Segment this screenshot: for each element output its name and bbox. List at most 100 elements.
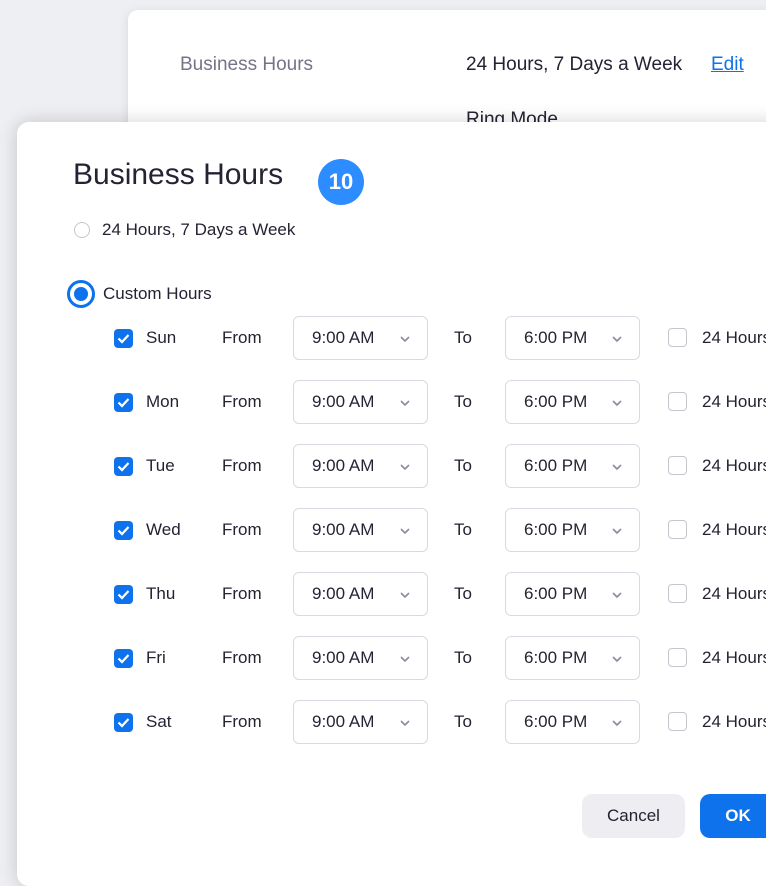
ok-button[interactable]: OK: [700, 794, 766, 838]
from-label: From: [222, 712, 262, 731]
dialog-title: Business Hours: [73, 158, 284, 191]
from-label: From: [222, 584, 262, 603]
chevron-down-icon: [399, 715, 411, 733]
day-label: Sun: [146, 328, 177, 347]
option-24-7-label: 24 Hours, 7 Days a Week: [102, 220, 296, 239]
to-time-value: 6:00 PM: [524, 456, 588, 475]
to-time-value: 6:00 PM: [524, 648, 588, 667]
radio-selected-icon[interactable]: [67, 280, 95, 308]
edit-link[interactable]: Edit: [711, 54, 744, 76]
day-label: Wed: [146, 520, 181, 539]
all-day-label: 24 Hours: [702, 712, 766, 731]
all-day-label: 24 Hours: [702, 328, 766, 347]
chevron-down-icon: [399, 587, 411, 605]
to-label: To: [454, 648, 472, 667]
from-time-value: 9:00 AM: [312, 712, 375, 731]
chevron-down-icon: [399, 331, 411, 349]
from-time-select[interactable]: 9:00 AM: [293, 572, 428, 616]
chevron-down-icon: [399, 459, 411, 477]
chevron-down-icon: [611, 459, 623, 477]
checkbox-checked-icon[interactable]: [114, 521, 133, 540]
all-day-checkbox[interactable]: [668, 712, 687, 731]
to-time-select[interactable]: 6:00 PM: [505, 316, 640, 360]
day-label: Thu: [146, 584, 176, 603]
to-label: To: [454, 584, 472, 603]
chevron-down-icon: [399, 395, 411, 413]
cancel-button[interactable]: Cancel: [582, 794, 685, 838]
to-label: To: [454, 328, 472, 347]
day-row-thu: Thu From 9:00 AM To 6:00 PM 24 Hours: [17, 572, 766, 616]
chevron-down-icon: [611, 523, 623, 541]
business-hours-value: 24 Hours, 7 Days a Week: [466, 54, 683, 75]
from-time-select[interactable]: 9:00 AM: [293, 444, 428, 488]
to-time-value: 6:00 PM: [524, 392, 588, 411]
option-custom-label: Custom Hours: [103, 284, 212, 303]
day-label: Mon: [146, 392, 180, 411]
day-row-sun: Sun From 9:00 AM To 6:00 PM 24 Hours: [17, 316, 766, 360]
from-time-value: 9:00 AM: [312, 328, 375, 347]
chevron-down-icon: [611, 651, 623, 669]
all-day-label: 24 Hours: [702, 584, 766, 603]
day-label: Fri: [146, 648, 166, 667]
to-time-value: 6:00 PM: [524, 584, 588, 603]
to-label: To: [454, 456, 472, 475]
day-label: Tue: [146, 456, 175, 475]
checkbox-checked-icon[interactable]: [114, 713, 133, 732]
to-label: To: [454, 712, 472, 731]
chevron-down-icon: [611, 331, 623, 349]
all-day-checkbox[interactable]: [668, 648, 687, 667]
all-day-checkbox[interactable]: [668, 584, 687, 603]
to-time-select[interactable]: 6:00 PM: [505, 508, 640, 552]
business-hours-label: Business Hours: [180, 54, 314, 75]
to-time-select[interactable]: 6:00 PM: [505, 444, 640, 488]
day-row-fri: Fri From 9:00 AM To 6:00 PM 24 Hours: [17, 636, 766, 680]
from-label: From: [222, 648, 262, 667]
chevron-down-icon: [611, 395, 623, 413]
day-row-sat: Sat From 9:00 AM To 6:00 PM 24 Hours: [17, 700, 766, 744]
chevron-down-icon: [399, 651, 411, 669]
day-row-tue: Tue From 9:00 AM To 6:00 PM 24 Hours: [17, 444, 766, 488]
all-day-checkbox[interactable]: [668, 328, 687, 347]
all-day-label: 24 Hours: [702, 456, 766, 475]
to-time-select[interactable]: 6:00 PM: [505, 700, 640, 744]
chevron-down-icon: [611, 587, 623, 605]
radio-unselected-icon[interactable]: [74, 222, 90, 238]
all-day-label: 24 Hours: [702, 520, 766, 539]
all-day-label: 24 Hours: [702, 648, 766, 667]
day-row-wed: Wed From 9:00 AM To 6:00 PM 24 Hours: [17, 508, 766, 552]
option-24-7[interactable]: 24 Hours, 7 Days a Week: [74, 220, 295, 240]
from-label: From: [222, 520, 262, 539]
all-day-label: 24 Hours: [702, 392, 766, 411]
from-time-select[interactable]: 9:00 AM: [293, 700, 428, 744]
radio-dot: [74, 287, 88, 301]
all-day-checkbox[interactable]: [668, 520, 687, 539]
all-day-checkbox[interactable]: [668, 456, 687, 475]
from-time-value: 9:00 AM: [312, 456, 375, 475]
day-label: Sat: [146, 712, 172, 731]
to-time-value: 6:00 PM: [524, 712, 588, 731]
from-label: From: [222, 392, 262, 411]
to-time-select[interactable]: 6:00 PM: [505, 636, 640, 680]
option-custom-hours[interactable]: Custom Hours: [67, 280, 212, 308]
to-time-select[interactable]: 6:00 PM: [505, 572, 640, 616]
checkbox-checked-icon[interactable]: [114, 457, 133, 476]
from-time-select[interactable]: 9:00 AM: [293, 636, 428, 680]
to-time-select[interactable]: 6:00 PM: [505, 380, 640, 424]
to-label: To: [454, 392, 472, 411]
from-time-value: 9:00 AM: [312, 520, 375, 539]
checkbox-checked-icon[interactable]: [114, 585, 133, 604]
step-badge: 10: [318, 159, 364, 205]
from-time-select[interactable]: 9:00 AM: [293, 380, 428, 424]
from-time-select[interactable]: 9:00 AM: [293, 316, 428, 360]
chevron-down-icon: [611, 715, 623, 733]
from-time-select[interactable]: 9:00 AM: [293, 508, 428, 552]
to-time-value: 6:00 PM: [524, 520, 588, 539]
business-hours-dialog: Business Hours 10 24 Hours, 7 Days a Wee…: [17, 122, 766, 886]
checkbox-checked-icon[interactable]: [114, 329, 133, 348]
to-label: To: [454, 520, 472, 539]
to-time-value: 6:00 PM: [524, 328, 588, 347]
from-label: From: [222, 456, 262, 475]
checkbox-checked-icon[interactable]: [114, 393, 133, 412]
checkbox-checked-icon[interactable]: [114, 649, 133, 668]
all-day-checkbox[interactable]: [668, 392, 687, 411]
